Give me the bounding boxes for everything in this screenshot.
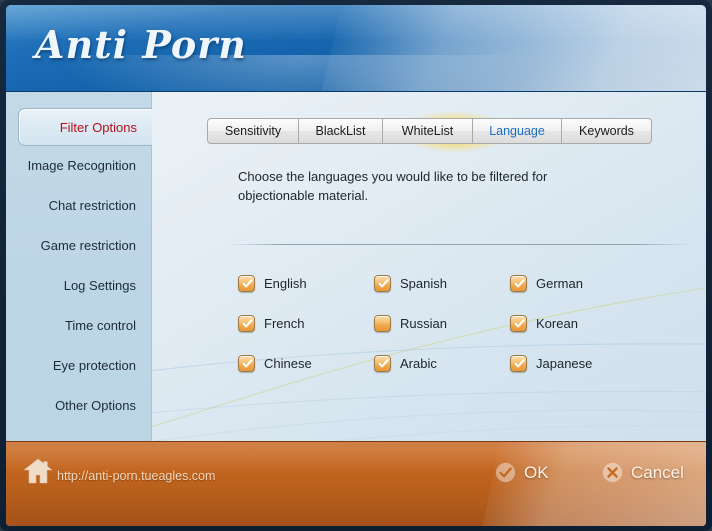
sidebar: Filter Options Image Recognition Chat re…: [6, 92, 152, 441]
checkbox-checked-icon[interactable]: [510, 315, 527, 332]
sidebar-item-label: Game restriction: [40, 238, 136, 253]
footer-diagonal-highlight: [479, 442, 706, 526]
body-area: Filter Options Image Recognition Chat re…: [6, 92, 706, 441]
sidebar-item-label: Filter Options: [59, 120, 137, 135]
language-option-german[interactable]: German: [510, 275, 646, 292]
language-label: French: [264, 316, 305, 331]
application-window: Anti Porn Filter Options Image Recogniti…: [0, 0, 712, 531]
tab-label: Sensitivity: [224, 124, 282, 138]
sidebar-item-other-options[interactable]: Other Options: [6, 386, 151, 426]
language-label: Japanese: [536, 356, 593, 371]
home-icon[interactable]: [23, 457, 53, 485]
sidebar-item-label: Other Options: [55, 398, 136, 413]
language-option-japanese[interactable]: Japanese: [510, 355, 646, 372]
checkbox-checked-icon[interactable]: [238, 355, 255, 372]
checkbox-checked-icon[interactable]: [510, 275, 527, 292]
sidebar-item-image-recognition[interactable]: Image Recognition: [6, 146, 151, 186]
language-option-english[interactable]: English: [238, 275, 374, 292]
close-circle-icon: [602, 462, 623, 483]
sidebar-item-game-restriction[interactable]: Game restriction: [6, 226, 151, 266]
ok-button[interactable]: OK: [495, 462, 549, 483]
language-option-chinese[interactable]: Chinese: [238, 355, 374, 372]
language-label: Spanish: [400, 276, 447, 291]
footer-bar: http://anti-porn.tueagles.com OK Cancel: [6, 441, 706, 526]
language-label: Russian: [400, 316, 447, 331]
sidebar-item-log-settings[interactable]: Log Settings: [6, 266, 151, 306]
language-option-spanish[interactable]: Spanish: [374, 275, 510, 292]
checkbox-checked-icon[interactable]: [510, 355, 527, 372]
sidebar-item-label: Eye protection: [52, 358, 136, 373]
sidebar-item-label: Time control: [64, 318, 136, 333]
tab-blacklist[interactable]: BlackList: [299, 118, 383, 144]
cancel-button-label: Cancel: [631, 462, 684, 482]
language-option-french[interactable]: French: [238, 315, 374, 332]
sidebar-item-chat-restriction[interactable]: Chat restriction: [6, 186, 151, 226]
checkbox-checked-icon[interactable]: [374, 275, 391, 292]
tab-bar: Sensitivity BlackList WhiteList Language…: [207, 118, 652, 144]
site-url-label[interactable]: http://anti-porn.tueagles.com: [57, 469, 215, 483]
sidebar-item-label: Chat restriction: [48, 198, 136, 213]
window-inner: Anti Porn Filter Options Image Recogniti…: [6, 5, 706, 526]
app-logo: Anti Porn: [35, 22, 247, 67]
sidebar-item-label: Image Recognition: [27, 158, 136, 173]
check-circle-icon: [495, 462, 516, 483]
language-option-russian[interactable]: Russian: [374, 315, 510, 332]
sidebar-item-eye-protection[interactable]: Eye protection: [6, 346, 151, 386]
app-header: Anti Porn: [6, 5, 706, 92]
tab-sensitivity[interactable]: Sensitivity: [207, 118, 299, 144]
language-option-arabic[interactable]: Arabic: [374, 355, 510, 372]
section-divider: [228, 244, 690, 245]
tab-label: Language: [489, 124, 545, 138]
language-checkbox-grid: English Spanish German French Russian Ko…: [238, 275, 678, 372]
tab-label: WhiteList: [401, 124, 454, 138]
sidebar-top-spacer: [6, 92, 151, 108]
panel-description: Choose the languages you would like to b…: [238, 169, 548, 203]
language-label: Korean: [536, 316, 578, 331]
tab-keywords[interactable]: Keywords: [562, 118, 652, 144]
tab-label: Keywords: [579, 124, 634, 138]
ok-button-label: OK: [524, 462, 549, 482]
language-label: English: [264, 276, 307, 291]
checkbox-unchecked-icon[interactable]: [374, 315, 391, 332]
sidebar-item-filter-options[interactable]: Filter Options: [18, 108, 152, 146]
checkbox-checked-icon[interactable]: [238, 275, 255, 292]
checkbox-checked-icon[interactable]: [374, 355, 391, 372]
sidebar-item-time-control[interactable]: Time control: [6, 306, 151, 346]
content-panel: Sensitivity BlackList WhiteList Language…: [152, 92, 706, 441]
cancel-button[interactable]: Cancel: [602, 462, 684, 483]
language-label: Arabic: [400, 356, 437, 371]
tab-language[interactable]: Language: [473, 118, 562, 144]
language-label: German: [536, 276, 583, 291]
language-label: Chinese: [264, 356, 312, 371]
language-option-korean[interactable]: Korean: [510, 315, 646, 332]
sidebar-item-label: Log Settings: [63, 278, 136, 293]
tab-whitelist[interactable]: WhiteList: [383, 118, 473, 144]
checkbox-checked-icon[interactable]: [238, 315, 255, 332]
tab-label: BlackList: [315, 124, 366, 138]
